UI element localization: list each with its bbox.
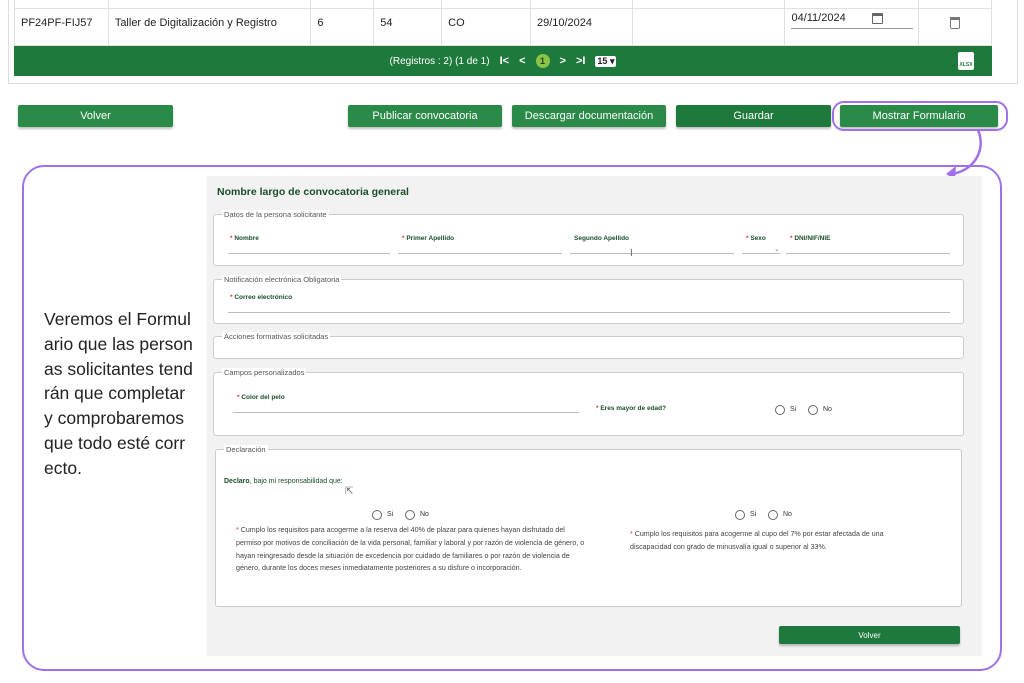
email-input[interactable] [228,312,950,313]
calendar-icon[interactable] [872,12,884,24]
download-docs-button[interactable]: Descargar documentación [512,105,666,127]
trash-icon[interactable] [950,16,961,29]
xlsx-export-icon[interactable]: XLSX [958,52,974,70]
custom-fields-fieldset [213,372,964,436]
cell-code: PF24PF-FIJ57 [15,0,109,45]
hair-color-label: * Color del pelo [237,394,285,401]
page-size-value: 15 [597,55,608,66]
decl1-no-label: No [420,511,429,518]
back-button[interactable]: Volver [18,105,173,127]
first-surname-input[interactable] [398,253,562,254]
prev-page-button[interactable]: < [519,55,525,67]
highlight-ring [832,101,1008,131]
page-size-select[interactable]: 15 ▾ [595,55,617,67]
current-page[interactable]: 1 [535,54,550,68]
hair-color-input[interactable] [233,412,579,413]
decl2-yes-label: Si [750,511,757,518]
name-input[interactable] [228,253,390,254]
decl2-no-label: No [783,511,792,518]
pager-info: (Registros : 2) (1 de 1) [389,55,490,67]
save-button[interactable]: Guardar [676,105,831,127]
first-surname-label: * Primer Apellido [402,235,455,242]
text-cursor-icon: I [630,248,633,259]
adult-no-radio[interactable] [808,405,818,415]
id-label: * DNI/NIF/NIE [790,235,831,242]
name-label: * Nombre [230,235,259,242]
email-label: * Correo electrónico [230,294,293,301]
custom-fields-legend: Campos personalizados [222,368,307,377]
cell-name: Taller de Digitalización y Registro [109,0,312,45]
adult-yes-radio[interactable] [775,405,785,415]
next-page-button[interactable]: > [560,55,566,67]
publish-button[interactable]: Publicar convocatoria [348,105,502,127]
sex-label: * Sexo [746,235,766,242]
first-page-button[interactable]: I< [500,55,509,67]
sex-select[interactable] [742,253,780,254]
decl1-no-radio[interactable] [405,510,415,520]
table-row[interactable]: PF24PF-FIJ57 Taller de Digitalización y … [14,0,992,46]
adult-label: * Eres mayor de edad? [596,405,667,412]
cell-date1: 29/10/2024 [531,0,633,45]
date-input-value: 04/11/2024 [791,12,846,24]
date-input[interactable]: 04/11/2024 [791,9,914,29]
decl1-yes-radio[interactable] [372,510,382,520]
chevron-down-icon[interactable]: ⌄ [774,245,780,253]
notification-fieldset [213,279,964,324]
declaration-intro: Declaro, bajo mi responsabilidad que: [224,478,343,485]
cell-date2: 04/11/2024 [785,0,920,45]
cell-col4: 54 [374,0,443,45]
cell-delete [919,0,991,45]
mouse-pointer-icon: ⇱ [345,486,354,497]
declaration-legend: Declaración [224,445,268,454]
pagination-bar: (Registros : 2) (1 de 1) I< < 1 > >I 15 … [14,46,992,76]
decl1-yes-label: Si [387,511,394,518]
declaration-text-2: * Cumplo los requisitos para acogerme al… [630,530,884,551]
cell-empty [633,0,786,45]
description-text: Veremos el Formulario que las personas s… [44,309,193,478]
cell-col5: CO [442,0,531,45]
cell-col3: 6 [311,0,375,45]
training-legend: Acciones formativas solicitadas [222,332,331,341]
applicant-legend: Datos de la persona solicitante [222,210,329,219]
xlsx-label: XLSX [959,62,973,68]
id-input[interactable] [786,253,950,254]
adult-yes-label: Si [790,406,797,413]
screen: PF24PF-FIJ57 Taller de Digitalización y … [0,0,1024,683]
last-page-button[interactable]: >I [576,55,585,67]
second-surname-input[interactable] [570,253,734,254]
decl2-yes-radio[interactable] [735,510,745,520]
form-title: Nombre largo de convocatoria general [217,186,409,198]
notification-legend: Notificación electrónica Obligatoria [222,275,342,284]
adult-no-label: No [823,406,832,413]
second-surname-label: Segundo Apellido [574,235,630,242]
declaration-text-1: * Cumplo los requisitos para acogerme a … [236,526,585,573]
decl2-no-radio[interactable] [768,510,778,520]
form-back-button[interactable]: Volver [779,626,960,644]
